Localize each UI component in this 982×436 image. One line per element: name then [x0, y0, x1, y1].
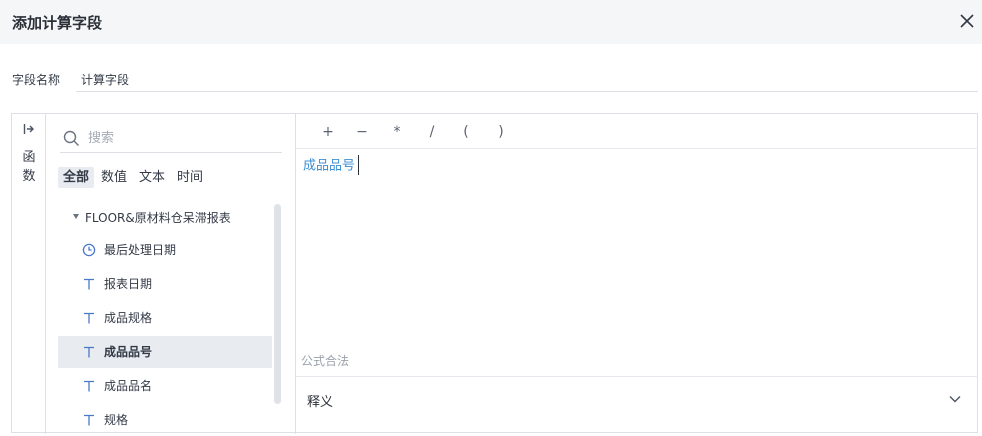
- field-name-input[interactable]: [76, 68, 978, 92]
- field-label: 成品规格: [104, 311, 153, 325]
- function-tab-label: 函数: [22, 150, 36, 184]
- formula-status: 公式合法: [301, 354, 350, 368]
- clock-icon: [82, 243, 96, 257]
- close-icon[interactable]: [958, 12, 976, 30]
- text-caret: [358, 155, 360, 175]
- search-box: [60, 126, 282, 153]
- list-item[interactable]: 规格: [58, 404, 272, 436]
- field-list-scrollbar[interactable]: [274, 204, 281, 404]
- table-group-label: FLOOR&原材料仓呆滞报表: [85, 211, 231, 225]
- field-label: 成品品号: [104, 345, 153, 359]
- formula-panel: 函数 全部数值文本时间 FLOOR&原材料仓呆滞报表 最后处理日期: [11, 113, 978, 434]
- text-type-icon: [84, 312, 94, 324]
- operator-open-paren-button[interactable]: (: [455, 122, 477, 142]
- expand-arrow-icon: [23, 124, 34, 134]
- text-type-icon: [84, 380, 94, 392]
- table-group-row[interactable]: FLOOR&原材料仓呆滞报表: [58, 203, 272, 233]
- dialog-title: 添加计算字段: [12, 14, 103, 32]
- list-item[interactable]: 成品规格: [58, 302, 272, 334]
- search-input[interactable]: [88, 126, 278, 150]
- explanation-label: 释义: [307, 395, 334, 410]
- operator-plus-button[interactable]: +: [317, 122, 339, 142]
- field-name-label: 字段名称: [12, 73, 61, 87]
- operator-toolbar: + − * / ( ): [296, 114, 978, 149]
- list-item[interactable]: 成品品名: [58, 370, 272, 402]
- text-type-icon: [84, 278, 94, 290]
- formula-editor: + − * / ( ) 成品品号 公式合法 释义: [295, 114, 978, 434]
- text-type-icon: [84, 346, 94, 358]
- filter-all[interactable]: 全部: [58, 167, 95, 188]
- filter-time[interactable]: 时间: [172, 167, 208, 188]
- formula-field-token: 成品品号: [303, 158, 356, 174]
- field-list: 全部数值文本时间 FLOOR&原材料仓呆滞报表 最后处理日期 报表日期: [47, 114, 295, 434]
- collapse-triangle-icon[interactable]: [73, 214, 79, 219]
- filter-number[interactable]: 数值: [96, 167, 132, 188]
- formula-input[interactable]: 成品品号: [303, 155, 360, 176]
- field-label: 成品品名: [104, 379, 153, 393]
- operator-minus-button[interactable]: −: [351, 122, 373, 142]
- explanation-section[interactable]: 释义: [296, 376, 978, 420]
- field-label: 最后处理日期: [104, 243, 177, 257]
- dialog-header: 添加计算字段: [0, 0, 982, 44]
- function-tab[interactable]: 函数: [12, 114, 46, 434]
- field-name-row: 字段名称: [12, 68, 978, 92]
- search-icon: [63, 130, 79, 146]
- chevron-down-icon[interactable]: [948, 392, 962, 406]
- field-label: 规格: [104, 413, 129, 427]
- operator-divide-button[interactable]: /: [421, 122, 443, 142]
- operator-multiply-button[interactable]: *: [386, 122, 408, 142]
- operator-close-paren-button[interactable]: ): [490, 122, 512, 142]
- type-filter-tabs: 全部 数值 文本 时间: [58, 166, 210, 188]
- list-item[interactable]: 最后处理日期: [58, 234, 272, 266]
- field-label: 报表日期: [104, 277, 153, 291]
- filter-text[interactable]: 文本: [134, 167, 170, 188]
- list-item[interactable]: 报表日期: [58, 268, 272, 300]
- list-item-selected[interactable]: 成品品号: [58, 336, 272, 368]
